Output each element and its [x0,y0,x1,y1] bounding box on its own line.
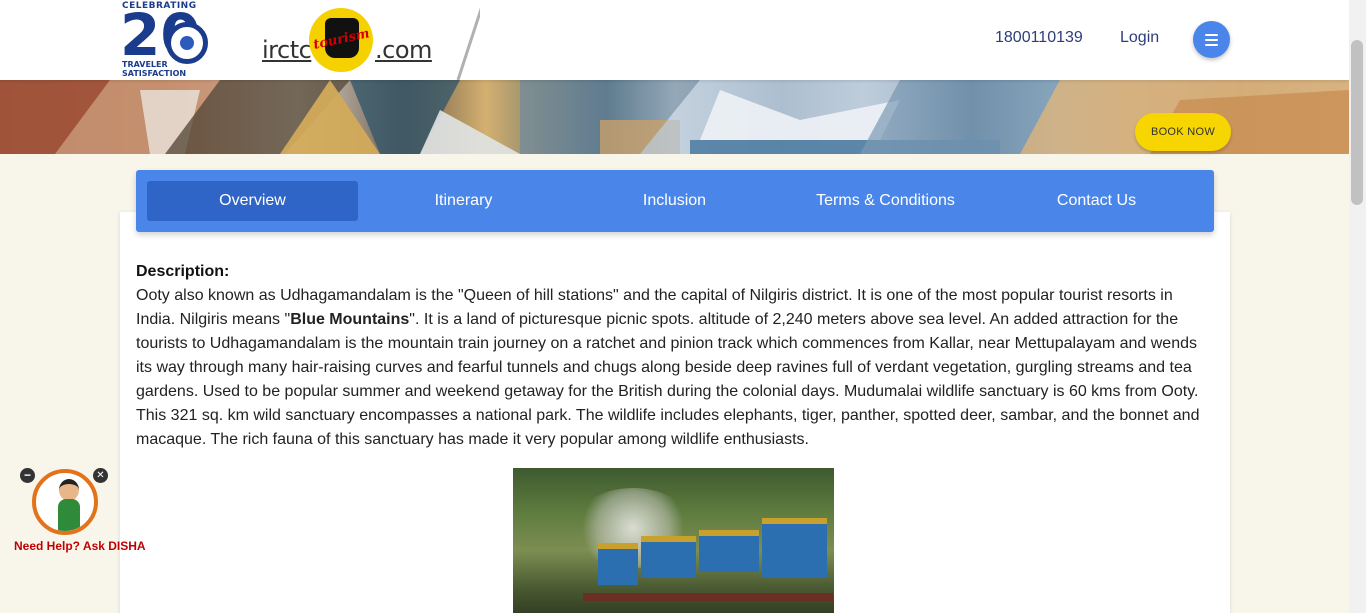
helpline-phone-link[interactable]: 1800110139 [995,29,1083,47]
badge-bottom-text: TRAVELER SATISFACTION [122,60,187,78]
avatar-body-shape [58,499,80,531]
page-scrollbar[interactable] [1349,0,1366,613]
tab-contact-us[interactable]: Contact Us [991,181,1202,221]
tab-inclusion[interactable]: Inclusion [569,181,780,221]
scrollbar-thumb[interactable] [1351,40,1363,205]
nilgiri-train-photo [513,468,834,613]
avatar-head-shape [59,479,79,501]
train-car-shape [598,543,638,585]
site-header: CELEBRATING 20 TRAVELER SATISFACTION irc… [0,0,1349,80]
train-car-shape [641,536,696,578]
close-icon[interactable]: ✕ [93,468,108,483]
disha-avatar[interactable] [32,469,98,535]
book-now-button[interactable]: BOOK NOW [1135,113,1231,151]
tab-terms-conditions[interactable]: Terms & Conditions [780,181,991,221]
description-text: Ooty also known as Udhagamandalam is the… [136,284,1212,452]
logo-irctc-text: irctc [262,36,312,64]
hamburger-menu-icon[interactable] [1193,21,1230,58]
description-part-2: ". It is a land of picturesque picnic sp… [136,311,1200,448]
tab-overview[interactable]: Overview [147,181,358,221]
tab-itinerary[interactable]: Itinerary [358,181,569,221]
anniversary-badge: CELEBRATING 20 TRAVELER SATISFACTION [120,0,212,80]
train-car-shape [762,518,827,578]
logo-com-text: .com [375,36,432,64]
irctc-emblem-icon [166,22,208,64]
train-car-shape [699,530,759,572]
bridge-shape [583,593,833,601]
disha-help-widget[interactable]: − ✕ Need Help? Ask DISHA [14,466,154,556]
irctc-tourism-logo[interactable]: irctc tourism .com [262,6,432,74]
package-tabs: Overview Itinerary Inclusion Terms & Con… [136,170,1214,232]
description-bold-phrase: Blue Mountains [290,311,410,328]
login-link[interactable]: Login [1120,29,1159,47]
help-widget-label[interactable]: Need Help? Ask DISHA [14,539,146,553]
tourism-train-icon: tourism [309,8,373,72]
description-heading: Description: [136,263,230,280]
minus-icon[interactable]: − [20,468,35,483]
